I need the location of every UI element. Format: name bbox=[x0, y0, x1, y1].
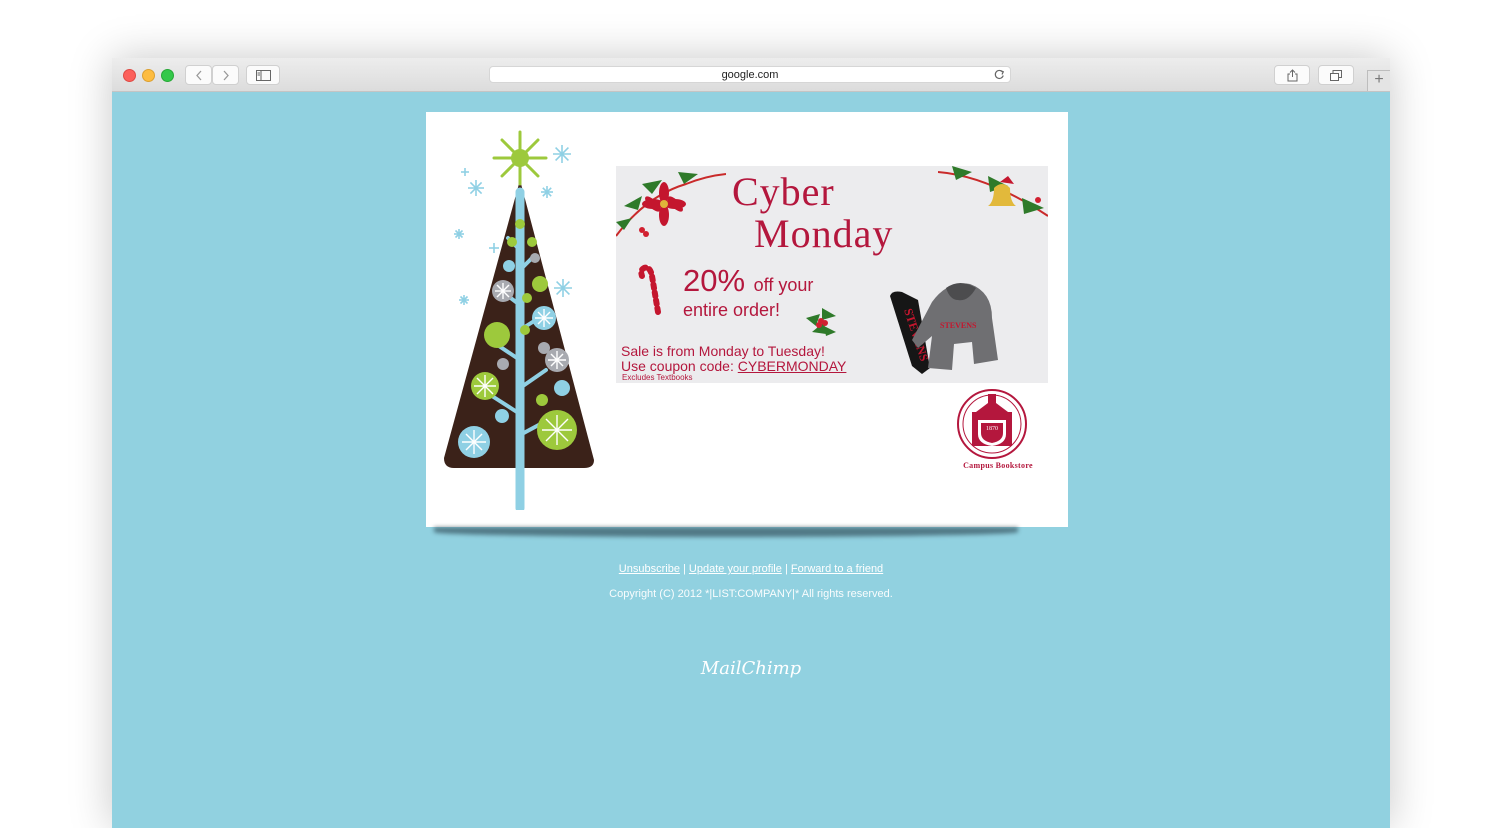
minimize-window-button[interactable] bbox=[142, 69, 155, 82]
holly-bell-icon bbox=[938, 166, 1048, 217]
share-button[interactable] bbox=[1274, 65, 1310, 85]
unsubscribe-link[interactable]: Unsubscribe bbox=[619, 563, 680, 575]
browser-toolbar: google.com + bbox=[112, 58, 1390, 92]
exclusion-note: Excludes Textbooks bbox=[622, 373, 693, 382]
footer-links: Unsubscribe | Update your profile | Forw… bbox=[112, 563, 1390, 576]
sidebar-icon bbox=[255, 69, 271, 81]
reload-icon[interactable] bbox=[994, 69, 1005, 80]
new-tab-button[interactable]: + bbox=[1367, 70, 1390, 91]
christmas-tree-illustration bbox=[444, 130, 594, 510]
chevron-right-icon bbox=[223, 70, 229, 80]
footer-separator: | bbox=[683, 563, 686, 575]
zoom-window-button[interactable] bbox=[161, 69, 174, 82]
discount-suffix: off your bbox=[753, 275, 814, 295]
close-window-button[interactable] bbox=[123, 69, 136, 82]
tab-overview-button[interactable] bbox=[1318, 65, 1354, 85]
sidebar-button[interactable] bbox=[246, 65, 280, 85]
holly-garland-icon bbox=[616, 172, 726, 237]
coupon-prefix: Use coupon code: bbox=[621, 358, 738, 374]
address-bar[interactable]: google.com bbox=[489, 66, 1011, 83]
apparel-product-image: STEVENS STEVENS bbox=[890, 283, 998, 374]
email-shadow bbox=[434, 527, 1018, 537]
forward-to-friend-link[interactable]: Forward to a friend bbox=[791, 563, 883, 575]
coupon-code: CYBERMONDAY bbox=[737, 358, 847, 374]
candy-cane-icon bbox=[638, 264, 661, 315]
cyber-monday-banner[interactable]: Cyber Monday 20% off your entire order! … bbox=[616, 166, 1048, 383]
hoodie-lettering: STEVENS bbox=[940, 321, 977, 330]
sale-dates-text: Sale is from Monday to Tuesday! bbox=[621, 343, 825, 359]
seal-year: 1870 bbox=[986, 426, 998, 432]
email-body: Cyber Monday 20% off your entire order! … bbox=[426, 112, 1068, 527]
copyright-text: Copyright (C) 2012 *|LIST:COMPANY|* All … bbox=[609, 588, 893, 600]
banner-title-line2: Monday bbox=[754, 211, 894, 256]
tabs-icon bbox=[1330, 69, 1342, 81]
discount-value: 20% bbox=[683, 263, 746, 298]
campus-bookstore-name: Campus Bookstore bbox=[963, 461, 1033, 470]
discount-headline: 20% off your bbox=[683, 264, 813, 302]
coupon-line: Use coupon code: CYBERMONDAY bbox=[621, 359, 846, 374]
update-profile-link[interactable]: Update your profile bbox=[689, 563, 782, 575]
browser-window: google.com + Cyber Monday 20% off your e… bbox=[112, 58, 1390, 828]
holly-berries-icon bbox=[806, 308, 836, 336]
campus-bookstore-seal-icon: 1870 bbox=[957, 389, 1027, 459]
forward-button[interactable] bbox=[212, 65, 239, 85]
banner-title-line1: Cyber bbox=[732, 169, 835, 214]
address-text: google.com bbox=[721, 69, 779, 81]
mailchimp-badge[interactable]: MailChimp bbox=[112, 658, 1390, 680]
footer-separator: | bbox=[784, 563, 788, 575]
back-button[interactable] bbox=[185, 65, 212, 85]
share-icon bbox=[1287, 68, 1297, 81]
chevron-left-icon bbox=[195, 70, 201, 80]
discount-subline: entire order! bbox=[683, 300, 781, 320]
